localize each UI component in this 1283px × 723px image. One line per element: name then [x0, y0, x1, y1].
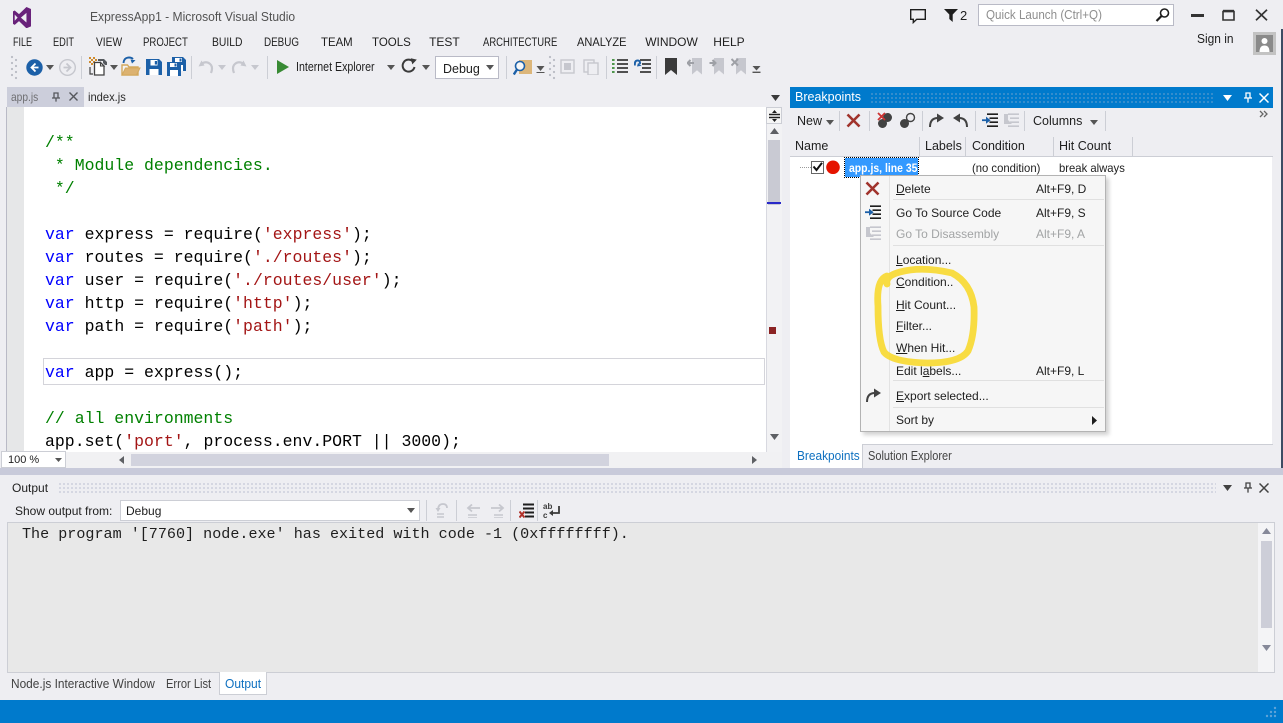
svg-text:ab: ab	[543, 502, 552, 511]
svg-text:c: c	[543, 511, 548, 520]
